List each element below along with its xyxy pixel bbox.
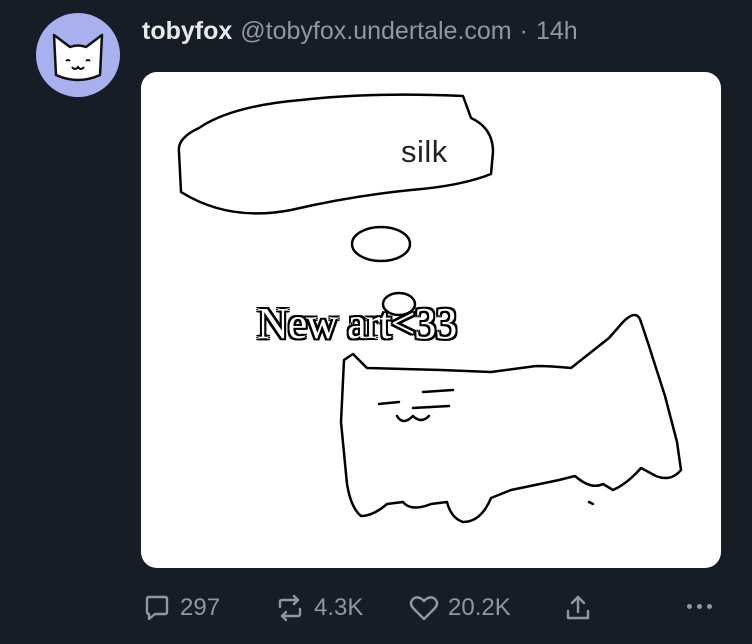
reply-button[interactable]: 297 [142, 590, 220, 626]
display-name[interactable]: tobyfox [142, 17, 232, 46]
avatar[interactable] [36, 13, 120, 97]
like-count: 20.2K [448, 594, 511, 621]
user-handle[interactable]: @tobyfox.undertale.com [240, 17, 511, 46]
post-timestamp[interactable]: 14h [536, 17, 578, 46]
more-ellipsis-icon[interactable] [687, 604, 712, 609]
post-header: tobyfox @tobyfox.undertale.com · 14h [142, 14, 578, 48]
separator-dot: · [519, 16, 528, 45]
repost-count: 4.3K [314, 594, 364, 621]
reply-count: 297 [180, 594, 221, 621]
share-button[interactable] [564, 590, 592, 626]
repost-arrows-icon [278, 594, 302, 622]
repost-button[interactable]: 4.3K [274, 590, 363, 626]
post-image[interactable]: silk New art<33 [141, 72, 721, 568]
heart-icon [409, 596, 439, 621]
like-button[interactable]: 20.2K [408, 590, 511, 626]
comment-bubble-icon [145, 595, 169, 621]
overlay-caption: New art<33 [257, 299, 457, 348]
action-bar: 297 4.3K 20.2K [140, 590, 720, 626]
drawing-text: silk [401, 134, 448, 169]
white-cat-face-icon [52, 33, 104, 82]
share-upload-icon [566, 595, 590, 620]
